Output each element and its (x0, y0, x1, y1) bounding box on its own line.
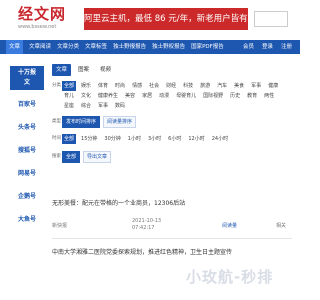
category-option[interactable]: 两性 (262, 91, 276, 101)
category-option[interactable]: 文化 (79, 91, 93, 101)
time-option[interactable]: 30分钟 (102, 134, 122, 144)
ad-banner[interactable]: 阿里云主机，最低 86 元/年，新老用户皆有优惠！ (84, 8, 273, 30)
sort-filter: 类型 发布时间排序 阅读量排序 (52, 116, 292, 128)
article-time: 2021-10-13 07:42:17 (132, 218, 162, 231)
article-publisher: 新快报 (52, 222, 68, 229)
category-option[interactable]: 动漫 (157, 91, 171, 101)
sort-by-time-button[interactable]: 发布时间排序 (62, 116, 101, 128)
article-title[interactable]: 无形美餐：配元在带格的一个业商员，12306后站 (52, 198, 292, 210)
tab-articles[interactable]: 文章 (52, 64, 72, 76)
time-option[interactable]: 3小时 (146, 134, 163, 144)
category-options: 全部 娱乐 体育 时尚 情感 社会 财经 科技 旅游 汽车 美食 军事 健康 育… (62, 81, 290, 111)
nav-item-report-2[interactable]: 独士野权报告 (152, 40, 185, 54)
sidebar-item-netease[interactable]: 网易号 (10, 166, 44, 182)
nav-item-article-category[interactable]: 文章分类 (57, 40, 79, 54)
category-option[interactable]: 美容 (123, 91, 137, 101)
category-option[interactable]: 家居 (140, 91, 154, 101)
filter-label: 类型 (52, 119, 61, 124)
filter-label: 时间 (52, 136, 61, 141)
tab-images[interactable]: 图案 (74, 64, 93, 76)
main-nav: 文章 文章阅读 文章分类 文章标签 独士野报报告 独士野权报告 国家PDF报告 … (0, 40, 300, 54)
time-option[interactable]: 1小时 (126, 134, 143, 144)
search-all-button[interactable]: 全部 (62, 151, 81, 163)
category-filter: 分类 全部 娱乐 体育 时尚 情感 社会 财经 科技 旅游 汽车 美食 军事 健… (52, 81, 292, 111)
top-header: 经文网 www.bssew.net 阿里云主机，最低 86 元/年，新老用户皆有… (0, 0, 300, 40)
category-option[interactable]: 体育 (96, 81, 110, 91)
category-option[interactable]: 娱乐 (79, 81, 93, 91)
time-option[interactable]: 15分钟 (79, 134, 99, 144)
nav-right-group: 会员 登录 注册 (235, 40, 292, 54)
article-extra[interactable]: 相关 (276, 222, 286, 229)
nav-item-pdf-report[interactable]: 国家PDF报告 (191, 40, 224, 54)
category-option[interactable]: 军事 (249, 81, 263, 91)
logo-text: 经文网 (18, 5, 67, 23)
nav-item-article-reading[interactable]: 文章阅读 (29, 40, 51, 54)
filter-panel: 文章 图案 视频 分类 全部 娱乐 体育 时尚 情感 社会 财经 科技 旅游 汽… (52, 62, 292, 163)
nav-item-member[interactable]: 会员 (243, 40, 254, 54)
time-filter: 时间 全部 15分钟 30分钟 1小时 3小时 6小时 12小时 24小时 (52, 133, 292, 145)
list-item[interactable]: 无形美餐：配元在带格的一个业商员，12306后站 新快报 2021-10-13 … (52, 195, 292, 239)
watermark: 小玫航-秒排 (186, 268, 274, 286)
category-option[interactable]: 社会 (147, 81, 161, 91)
category-option[interactable]: 育儿 (62, 91, 76, 101)
category-option[interactable]: 历史 (228, 91, 242, 101)
category-option[interactable]: 星座 (62, 101, 76, 111)
category-option[interactable]: 健康 (266, 81, 280, 91)
platform-sidebar: 十万报 文 百家号 头条号 搜狐号 网易号 企鹅号 大鱼号 (10, 66, 44, 235)
article-meta: 新快报 2021-10-13 07:42:17 阅读量 相关 (52, 218, 292, 232)
sidebar-item-baijiahao[interactable]: 百家号 (10, 97, 44, 113)
sidebar-item-qie[interactable]: 企鹅号 (10, 189, 44, 205)
action-row: 搜索 全部 导出文章 (52, 151, 292, 163)
nav-item-register[interactable]: 注册 (281, 40, 292, 54)
time-option[interactable]: 6小时 (166, 134, 183, 144)
category-option[interactable]: 军事 (96, 101, 110, 111)
nav-item-login[interactable]: 登录 (262, 40, 273, 54)
category-option[interactable]: 汽车 (215, 81, 229, 91)
nav-item-report-1[interactable]: 独士野报报告 (113, 40, 146, 54)
category-option[interactable]: 美食 (232, 81, 246, 91)
content-tabs: 文章 图案 视频 (52, 62, 292, 78)
time-option[interactable]: 全部 (62, 134, 77, 144)
sidebar-item-toutiao[interactable]: 头条号 (10, 120, 44, 136)
sidebar-item-100k[interactable]: 十万报 文 (10, 66, 44, 90)
time-option[interactable]: 12小时 (186, 134, 206, 144)
filter-label: 搜索 (52, 154, 61, 159)
category-option[interactable]: 情感 (130, 81, 144, 91)
sidebar-item-dayu[interactable]: 大鱼号 (10, 212, 44, 228)
category-option[interactable]: 财经 (164, 81, 178, 91)
site-logo[interactable]: 经文网 www.bssew.net (18, 4, 68, 36)
category-option[interactable]: 母婴育儿 (174, 91, 198, 101)
article-title[interactable]: 中南大学湘雅二医院党委探索规划，推进红色精神，卫生日主题宣传 (52, 247, 292, 259)
time-option[interactable]: 24小时 (210, 134, 230, 144)
category-option[interactable]: 数码 (113, 101, 127, 111)
category-option[interactable]: 教育 (245, 91, 259, 101)
category-option[interactable]: 科技 (181, 81, 195, 91)
category-option[interactable]: 旅游 (198, 81, 212, 91)
nav-item-article-tags[interactable]: 文章标签 (85, 40, 107, 54)
sort-by-reads-button[interactable]: 阅读量排序 (103, 116, 137, 128)
nav-item-articles[interactable]: 文章 (6, 40, 24, 54)
category-option[interactable]: 时尚 (113, 81, 127, 91)
sidebar-item-sohu[interactable]: 搜狐号 (10, 143, 44, 159)
nav-left-group: 文章 文章阅读 文章分类 文章标签 独士野报报告 独士野权报告 国家PDF报告 (0, 40, 230, 54)
filter-label: 分类 (52, 83, 61, 88)
category-option[interactable]: 健康养生 (96, 91, 120, 101)
article-list: 无形美餐：配元在带格的一个业商员，12306后站 新快报 2021-10-13 … (52, 195, 292, 265)
page: 经文网 www.bssew.net 阿里云主机，最低 86 元/年，新老用户皆有… (0, 0, 300, 300)
tab-videos[interactable]: 视频 (96, 64, 115, 76)
list-item[interactable]: 中南大学湘雅二医院党委探索规划，推进红色精神，卫生日主题宣传 (52, 239, 292, 265)
search-input[interactable] (254, 11, 288, 27)
export-articles-button[interactable]: 导出文章 (83, 151, 112, 163)
article-views[interactable]: 阅读量 (222, 222, 237, 229)
category-option[interactable]: 综合 (79, 101, 93, 111)
logo-subtext: www.bssew.net (18, 24, 57, 30)
category-option[interactable]: 国际视野 (201, 91, 225, 101)
category-option[interactable]: 全部 (62, 81, 77, 91)
